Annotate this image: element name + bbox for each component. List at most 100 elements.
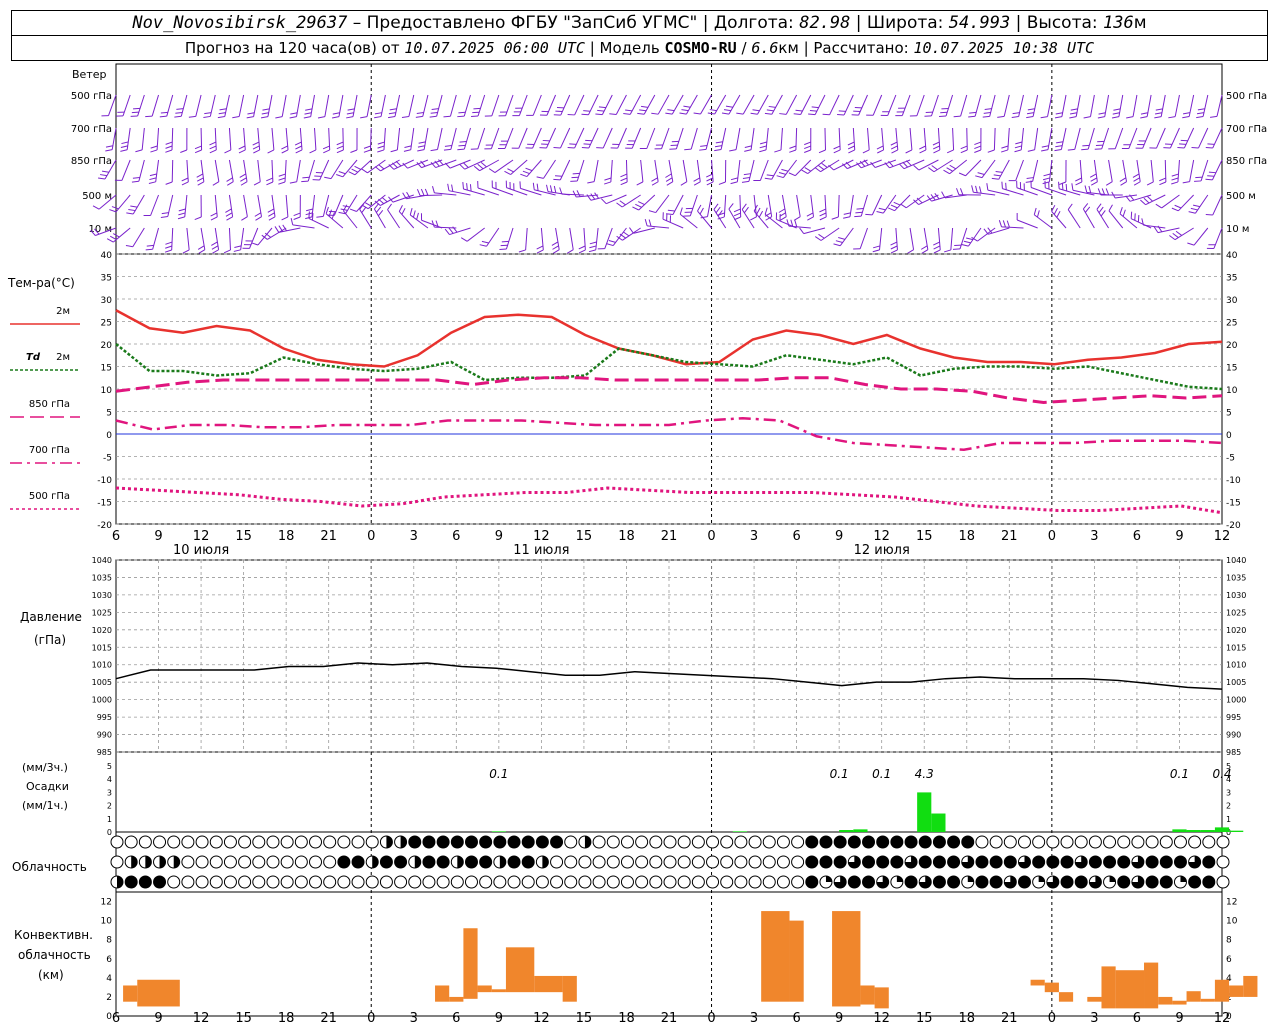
wind-barb-feather xyxy=(1088,185,1092,193)
wind-barb-feather xyxy=(742,177,750,179)
cloud-circle xyxy=(1103,835,1117,849)
wind-barb-feather xyxy=(1061,182,1064,190)
x-tick-label-bottom: 9 xyxy=(495,1011,503,1024)
wind-barb xyxy=(1067,203,1081,229)
wind-barb xyxy=(572,190,599,198)
cloud-circle xyxy=(280,855,294,869)
wind-barb-feather xyxy=(390,149,398,153)
wind-barb xyxy=(1001,127,1010,153)
cloud-symbol xyxy=(706,855,720,869)
wind-barb-feather xyxy=(733,208,741,213)
cloud-symbol xyxy=(521,875,535,889)
wind-barb-feather xyxy=(196,177,204,182)
wind-barb-feather xyxy=(457,115,465,118)
wind-barb-shaft xyxy=(735,127,741,150)
prec-y-tick-right: 3 xyxy=(1226,788,1231,797)
wind-barb-shaft xyxy=(532,127,542,149)
conv-bar xyxy=(1172,1000,1187,1005)
wind-barb xyxy=(1026,94,1039,119)
cloud-symbol xyxy=(1074,875,1088,889)
wind-barb-feather xyxy=(120,149,128,152)
wind-barb xyxy=(1008,159,1024,182)
cloud-fill xyxy=(1046,856,1059,868)
wind-barb xyxy=(1205,127,1223,149)
cloud-symbol xyxy=(1188,875,1202,889)
wind-barb-shaft xyxy=(606,194,627,205)
wind-barb-shaft xyxy=(352,94,358,117)
wind-barb-shaft xyxy=(814,94,826,115)
wind-barb-shaft xyxy=(588,127,599,149)
cloud-fill xyxy=(819,856,832,868)
wind-barb-feather xyxy=(290,217,294,226)
wind-barb-feather xyxy=(305,208,314,212)
wind-barb-feather xyxy=(928,167,935,173)
wind-barb-shaft xyxy=(228,227,231,250)
wind-barb xyxy=(884,159,911,169)
cloud-symbol xyxy=(677,835,691,849)
wind-barb xyxy=(1042,159,1053,185)
x-tick-label-bottom: 18 xyxy=(618,1011,635,1024)
wind-barb-feather xyxy=(667,209,675,212)
cloud-symbol xyxy=(138,835,152,849)
wind-barb-shaft xyxy=(238,94,245,117)
wind-barb xyxy=(971,185,996,196)
cloud-symbol xyxy=(1202,855,1216,869)
wind-barb-shaft xyxy=(952,127,955,151)
wind-barb xyxy=(1177,127,1195,149)
wind-barb xyxy=(1182,94,1195,119)
wind-barb-feather xyxy=(725,105,733,108)
cloud-fill xyxy=(465,836,478,848)
wind-barb-feather xyxy=(736,112,744,115)
cloud-symbol xyxy=(975,855,989,869)
wind-barb-feather xyxy=(683,105,691,108)
wind-barb-feather xyxy=(623,113,631,115)
wind-barb xyxy=(837,94,854,116)
wind-barb-feather xyxy=(776,175,784,179)
wind-barb xyxy=(301,159,315,183)
cloud-circle xyxy=(337,835,351,849)
wind-barb xyxy=(443,127,457,151)
cloud-fill xyxy=(896,876,903,882)
wind-barb-feather xyxy=(828,164,835,171)
temp-y-tick-right: -5 xyxy=(1226,454,1235,464)
wind-barb-shaft xyxy=(1082,208,1095,229)
cloud-symbol xyxy=(379,875,393,889)
cloud-symbol xyxy=(138,875,152,889)
cloud-symbol xyxy=(1103,875,1117,889)
cloud-fill xyxy=(975,856,988,868)
wind-barb-shaft xyxy=(685,94,698,115)
x-tick-label-bottom: 3 xyxy=(410,1011,418,1024)
wind-barb-shaft xyxy=(879,227,883,250)
wind-barb-feather xyxy=(346,116,354,119)
wind-barb-feather xyxy=(218,112,226,115)
cloud-symbol xyxy=(819,835,833,849)
wind-barb-feather xyxy=(130,205,138,208)
conv-y-tick: 0 xyxy=(106,1012,112,1022)
cloud-fill xyxy=(400,836,407,848)
wind-barb-feather xyxy=(1159,177,1166,182)
pres-y-tick: 1020 xyxy=(92,626,112,635)
pres-y-tick: 1035 xyxy=(92,573,112,582)
wind-barb-feather xyxy=(847,141,855,146)
wind-barb xyxy=(1140,194,1166,206)
wind-barb-feather xyxy=(819,212,827,217)
pres-y-tick: 1010 xyxy=(92,661,112,670)
wind-barb xyxy=(854,194,868,218)
cloud-symbol xyxy=(776,855,790,869)
wind-barb-feather xyxy=(194,149,202,154)
cloud-symbol xyxy=(663,875,677,889)
wind-barb-shaft xyxy=(803,227,826,235)
cloud-symbol xyxy=(450,855,464,869)
cloud-fill xyxy=(1160,856,1173,868)
cloud-symbol xyxy=(620,855,634,869)
wind-barb xyxy=(699,127,713,151)
wind-barb-shaft xyxy=(690,127,698,150)
wind-barb-feather xyxy=(620,181,628,186)
wind-barb-shaft xyxy=(588,94,599,116)
wind-barb-feather xyxy=(1133,177,1140,182)
cloud-symbol xyxy=(521,855,535,869)
wind-barb xyxy=(1135,127,1152,149)
wind-barb-shaft xyxy=(195,94,202,117)
cloud-circle xyxy=(592,875,606,889)
wind-barb-feather xyxy=(1043,173,1051,177)
